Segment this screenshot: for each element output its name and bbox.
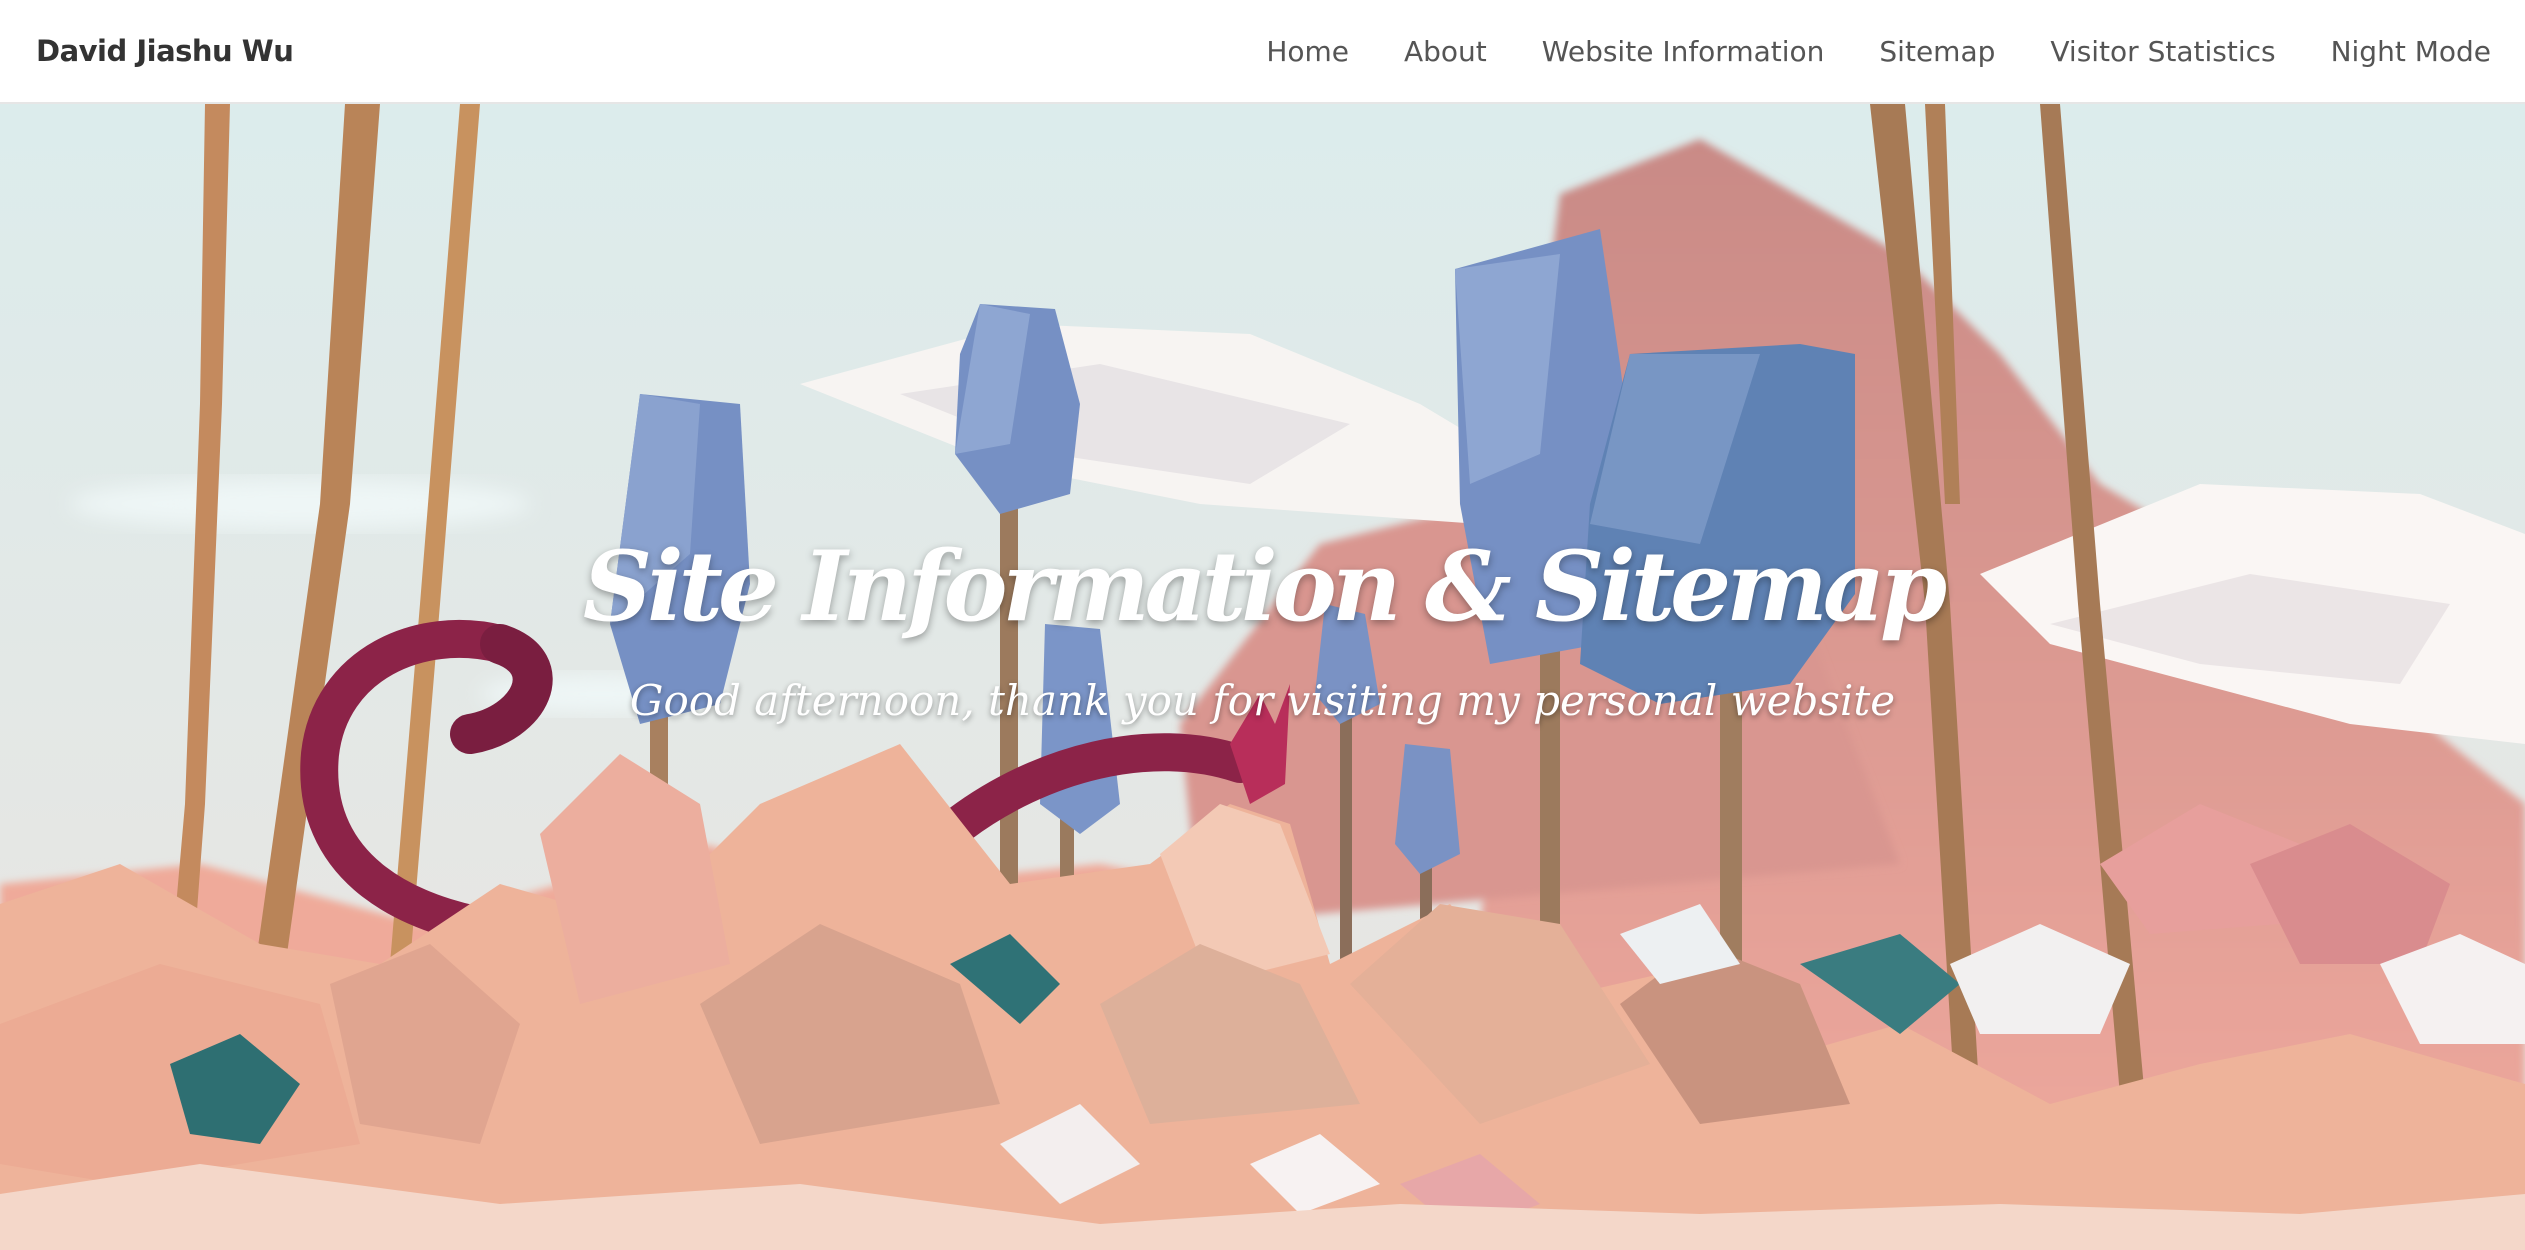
hero-banner: Site Information & Sitemap Good afternoo… (0, 104, 2525, 1250)
nav-link-website-information[interactable]: Website Information (1542, 35, 1825, 68)
hero-subtitle: Good afternoon, thank you for visiting m… (629, 675, 1896, 725)
nav-link-visitor-statistics[interactable]: Visitor Statistics (2050, 35, 2275, 68)
nav-menu: Home About Website Information Sitemap V… (1211, 35, 2491, 68)
nav-link-about[interactable]: About (1404, 35, 1487, 68)
brand-link[interactable]: David Jiashu Wu (36, 34, 294, 68)
nav-link-night-mode[interactable]: Night Mode (2331, 35, 2491, 68)
nav-link-sitemap[interactable]: Sitemap (1879, 35, 1995, 68)
nav-link-home[interactable]: Home (1266, 35, 1349, 68)
navbar: David Jiashu Wu Home About Website Infor… (0, 0, 2525, 104)
hero-text-block: Site Information & Sitemap Good afternoo… (0, 534, 2525, 725)
hero-title: Site Information & Sitemap (582, 530, 1947, 643)
